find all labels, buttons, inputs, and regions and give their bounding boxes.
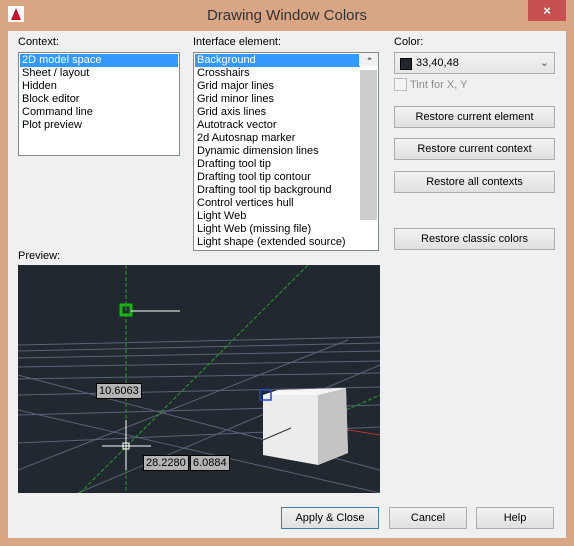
context-label: Context:	[18, 36, 59, 48]
coordinate-y-tooltip: 6.0884	[190, 455, 230, 471]
scrollbar[interactable]: ⌃ ⌄	[359, 52, 378, 220]
restore-classic-colors-button[interactable]: Restore classic colors	[394, 228, 555, 250]
context-item[interactable]: Block editor	[20, 93, 178, 106]
coordinate-x-tooltip: 28.2280	[143, 455, 189, 471]
interface-item[interactable]: Light Web (missing file)	[195, 223, 360, 236]
scroll-down-arrow-icon[interactable]: ⌄	[359, 49, 378, 66]
interface-item[interactable]: Autotrack vector	[195, 119, 360, 132]
title-bar: Drawing Window Colors ×	[0, 0, 574, 31]
autocad-logo-icon	[8, 6, 24, 22]
interface-item[interactable]: Dynamic dimension lines	[195, 145, 360, 158]
interface-item[interactable]: Control vertices hull	[195, 197, 360, 210]
interface-item[interactable]: Light Web	[195, 210, 360, 223]
cancel-button[interactable]: Cancel	[389, 507, 467, 529]
context-item[interactable]: 2D model space	[20, 54, 178, 67]
tint-checkbox[interactable]	[394, 78, 407, 91]
interface-element-label: Interface element:	[193, 36, 282, 48]
interface-item[interactable]: 2d Autosnap marker	[195, 132, 360, 145]
interface-item[interactable]: Crosshairs	[195, 67, 360, 80]
tint-label: Tint for X, Y	[410, 79, 468, 91]
restore-current-context-button[interactable]: Restore current context	[394, 138, 555, 160]
context-item[interactable]: Command line	[20, 106, 178, 119]
help-button[interactable]: Help	[476, 507, 554, 529]
interface-item[interactable]: Background	[195, 54, 360, 67]
color-swatch	[400, 58, 412, 70]
context-item[interactable]: Hidden	[20, 80, 178, 93]
restore-all-contexts-button[interactable]: Restore all contexts	[394, 171, 555, 193]
close-button[interactable]: ×	[528, 0, 566, 21]
context-item[interactable]: Sheet / layout	[20, 67, 178, 80]
color-dropdown[interactable]: 33,40,48 ⌄	[394, 52, 555, 74]
dimension-tooltip: 10.6063	[96, 383, 142, 399]
preview-label: Preview:	[18, 250, 61, 262]
interface-item[interactable]: Drafting tool tip contour	[195, 171, 360, 184]
dialog-title: Drawing Window Colors	[206, 7, 368, 24]
interface-item[interactable]: Grid minor lines	[195, 93, 360, 106]
dialog-window: Drawing Window Colors × Context: 2D mode…	[0, 0, 574, 546]
color-value: 33,40,48	[416, 57, 459, 69]
interface-element-list[interactable]: Background Crosshairs Grid major lines G…	[193, 52, 379, 251]
interface-item[interactable]: Drafting tool tip	[195, 158, 360, 171]
dialog-body: Context: 2D model space Sheet / layout H…	[8, 31, 566, 538]
color-label: Color:	[394, 36, 424, 48]
context-item[interactable]: Plot preview	[20, 119, 178, 132]
interface-item[interactable]: Grid major lines	[195, 80, 360, 93]
context-list[interactable]: 2D model space Sheet / layout Hidden Blo…	[18, 52, 180, 156]
apply-close-button[interactable]: Apply & Close	[281, 507, 379, 529]
interface-item[interactable]: Drafting tool tip background	[195, 184, 360, 197]
restore-current-element-button[interactable]: Restore current element	[394, 106, 555, 128]
preview-canvas: 10.6063 28.2280 6.0884	[18, 265, 380, 493]
interface-item[interactable]: Grid axis lines	[195, 106, 360, 119]
scrollbar-thumb[interactable]	[360, 70, 377, 220]
chevron-down-icon: ⌄	[539, 57, 549, 69]
interface-item[interactable]: Light shape (extended source)	[195, 236, 360, 249]
